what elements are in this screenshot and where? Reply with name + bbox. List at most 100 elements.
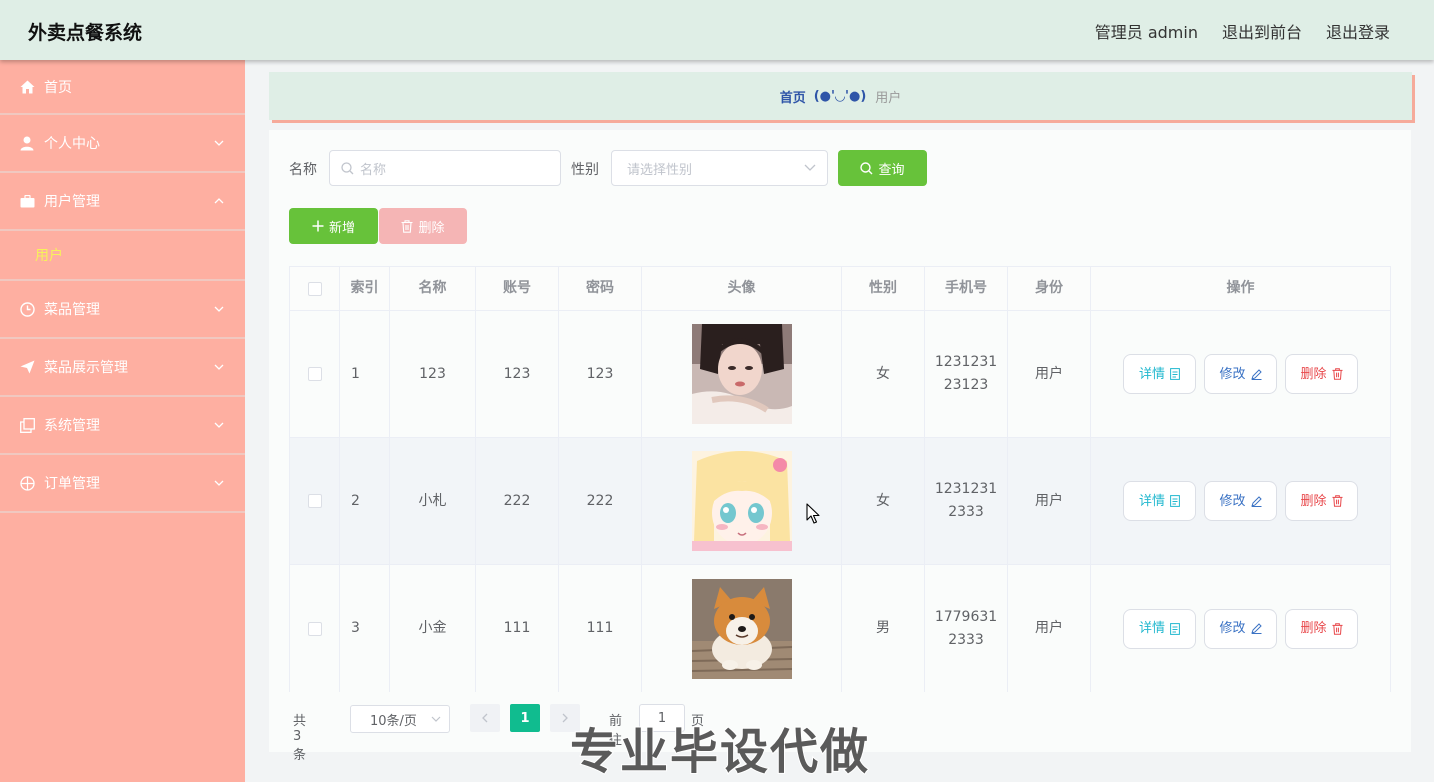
- cell-actions: 详情 修改 删除: [1091, 311, 1390, 437]
- crosshair-icon: [19, 475, 35, 491]
- edit-button[interactable]: 修改: [1204, 481, 1277, 521]
- row-checkbox[interactable]: [307, 621, 322, 636]
- cell-avatar: [642, 311, 842, 437]
- add-button[interactable]: 新增: [289, 208, 378, 244]
- sidebar-item-label: 菜品展示管理: [44, 360, 128, 376]
- batch-delete-button-label: 删除: [418, 220, 445, 236]
- cell-account: 123: [476, 311, 559, 437]
- query-button-label: 查询: [878, 162, 905, 178]
- edit-button-label: 修改: [1219, 366, 1246, 382]
- cell-password: 222: [559, 438, 642, 564]
- cell-actions: 详情 修改 删除: [1091, 565, 1390, 692]
- cell-account: 222: [476, 438, 559, 564]
- sidebar-item-personal-center[interactable]: 个人中心: [0, 115, 245, 173]
- chevron-left-icon: [482, 713, 488, 723]
- mouse-cursor-icon: [806, 503, 820, 524]
- sidebar-item-dish-display-management[interactable]: 菜品展示管理: [0, 339, 245, 397]
- briefcase-icon: [19, 193, 35, 209]
- admin-user-label[interactable]: 管理员 admin: [1095, 19, 1198, 43]
- send-icon: [19, 359, 35, 375]
- add-button-label: 新增: [328, 220, 355, 236]
- sidebar-item-dish-management[interactable]: 菜品管理: [0, 281, 245, 339]
- home-icon: [19, 79, 35, 95]
- column-header-index: 索引: [340, 267, 390, 310]
- pencil-icon: [1250, 623, 1262, 634]
- app-title: 外卖点餐系统: [28, 22, 143, 44]
- delete-button[interactable]: 删除: [1285, 354, 1358, 394]
- delete-button[interactable]: 删除: [1285, 481, 1358, 521]
- select-all-checkbox[interactable]: [307, 281, 322, 296]
- cell-password: 111: [559, 565, 642, 692]
- delete-button-label: 删除: [1300, 493, 1327, 509]
- sidebar-item-label: 用户管理: [44, 194, 100, 210]
- sidebar-item-home[interactable]: 首页: [0, 60, 245, 115]
- column-header-account: 账号: [476, 267, 559, 310]
- watermark-text: 专业毕设代做: [569, 723, 871, 781]
- sidebar: 首页 个人中心 用户管理 用户 菜品管理 菜品展示管理 系统管理 订单管理: [0, 60, 245, 782]
- sidebar-item-user-management[interactable]: 用户管理: [0, 173, 245, 231]
- page-size-value: 10条/页: [370, 713, 417, 729]
- row-checkbox[interactable]: [307, 494, 322, 508]
- column-header-actions: 操作: [1226, 280, 1255, 296]
- detail-button[interactable]: 详情: [1123, 354, 1196, 394]
- chevron-down-icon: [213, 477, 225, 489]
- page-number-current[interactable]: 1: [510, 704, 540, 732]
- cell-index: 1: [340, 311, 390, 437]
- sidebar-item-order-management[interactable]: 订单管理: [0, 455, 245, 513]
- cell-gender: 女: [842, 311, 925, 437]
- prev-page-button[interactable]: [470, 704, 500, 732]
- name-search-input[interactable]: 名称: [329, 150, 561, 186]
- trash-icon: [1331, 495, 1343, 507]
- back-to-front-link[interactable]: 退出到前台: [1222, 19, 1302, 43]
- row-select-cell: [290, 438, 340, 564]
- row-checkbox[interactable]: [307, 367, 322, 381]
- cell-gender: 女: [842, 438, 925, 564]
- detail-button[interactable]: 详情: [1123, 608, 1196, 649]
- sidebar-item-label: 系统管理: [44, 418, 100, 434]
- batch-delete-button[interactable]: 删除: [379, 208, 467, 244]
- search-icon: [860, 161, 873, 174]
- delete-button-label: 删除: [1300, 366, 1327, 382]
- gender-select[interactable]: 请选择性别: [611, 150, 828, 186]
- sidebar-item-system-management[interactable]: 系统管理: [0, 397, 245, 455]
- gender-filter-label: 性别: [571, 162, 599, 178]
- edit-button[interactable]: 修改: [1204, 354, 1277, 394]
- pencil-icon: [1250, 495, 1262, 507]
- trash-icon: [1331, 622, 1343, 635]
- breadcrumb-home[interactable]: 首页: [780, 87, 806, 106]
- name-filter-label: 名称: [289, 162, 317, 178]
- delete-button[interactable]: 删除: [1285, 608, 1358, 649]
- cell-role: 用户: [1008, 565, 1091, 692]
- chevron-down-icon: [804, 164, 816, 172]
- cell-avatar: [642, 565, 842, 692]
- trash-icon: [1331, 368, 1343, 380]
- cell-phone: 1779631 2333: [925, 565, 1008, 692]
- logout-link[interactable]: 退出登录: [1326, 19, 1390, 43]
- document-icon: [1170, 622, 1180, 635]
- avatar-image-girl-photo: [691, 324, 792, 424]
- edit-button-label: 修改: [1219, 493, 1246, 509]
- edit-button[interactable]: 修改: [1204, 608, 1277, 649]
- chevron-up-icon: [213, 195, 225, 207]
- detail-button[interactable]: 详情: [1123, 481, 1196, 521]
- document-icon: [1170, 495, 1180, 507]
- cell-name: 小金: [390, 565, 476, 692]
- detail-button-label: 详情: [1138, 621, 1165, 636]
- name-search-placeholder: 名称: [360, 162, 387, 178]
- page-size-select[interactable]: 10条/页: [350, 705, 450, 733]
- pagination-total: 共 3 条: [293, 714, 307, 763]
- sidebar-subitem-user[interactable]: 用户: [0, 231, 245, 281]
- cell-index: 3: [340, 565, 390, 692]
- pencil-icon: [1250, 368, 1262, 380]
- chevron-down-icon: [213, 303, 225, 315]
- avatar-image-anime-girl: [691, 451, 792, 551]
- column-header-role: 身份: [1008, 267, 1091, 310]
- detail-button-label: 详情: [1138, 366, 1165, 382]
- row-select-cell: [290, 565, 340, 692]
- table-row: 1 123 123 123 女 1231231 23123 用户 详情 修改 删…: [290, 311, 1390, 438]
- copy-icon: [19, 417, 35, 433]
- column-header-gender: 性别: [842, 267, 925, 310]
- sidebar-item-label: 订单管理: [44, 476, 100, 492]
- query-button[interactable]: 查询: [838, 150, 927, 186]
- document-icon: [1170, 368, 1180, 380]
